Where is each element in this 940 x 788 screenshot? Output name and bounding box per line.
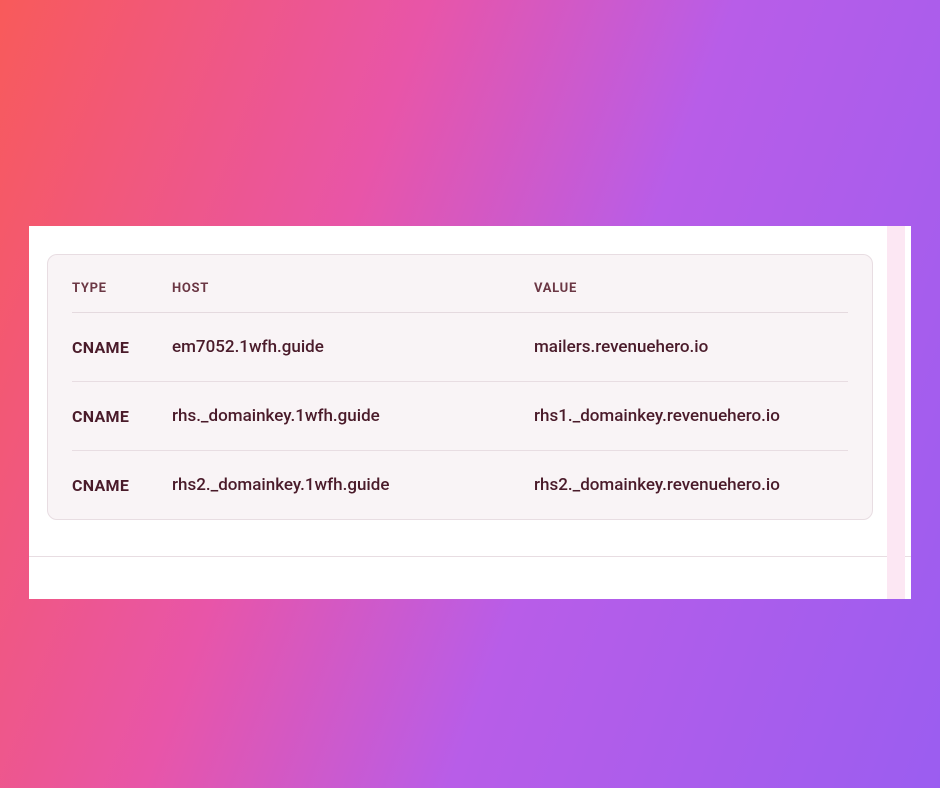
cell-host: em7052.1wfh.guide	[172, 337, 534, 357]
header-type: TYPE	[72, 281, 172, 296]
cell-type: CNAME	[72, 407, 172, 426]
table-row: CNAME rhs._domainkey.1wfh.guide rhs1._do…	[72, 382, 848, 451]
cell-host: rhs._domainkey.1wfh.guide	[172, 406, 534, 426]
content-panel: TYPE HOST VALUE CNAME em7052.1wfh.guide …	[29, 226, 911, 599]
table-row: CNAME rhs2._domainkey.1wfh.guide rhs2._d…	[72, 451, 848, 511]
right-edge-accent	[887, 226, 905, 599]
cell-value: rhs2._domainkey.revenuehero.io	[534, 475, 848, 495]
cell-host: rhs2._domainkey.1wfh.guide	[172, 475, 534, 495]
cell-value: rhs1._domainkey.revenuehero.io	[534, 406, 848, 426]
table-header-row: TYPE HOST VALUE	[72, 267, 848, 313]
header-host: HOST	[172, 281, 534, 296]
dns-records-table: TYPE HOST VALUE CNAME em7052.1wfh.guide …	[47, 254, 873, 520]
table-row: CNAME em7052.1wfh.guide mailers.revenueh…	[72, 313, 848, 382]
cell-type: CNAME	[72, 338, 172, 357]
cell-type: CNAME	[72, 476, 172, 495]
header-value: VALUE	[534, 281, 848, 296]
spacer	[47, 557, 873, 599]
cell-value: mailers.revenuehero.io	[534, 337, 848, 357]
